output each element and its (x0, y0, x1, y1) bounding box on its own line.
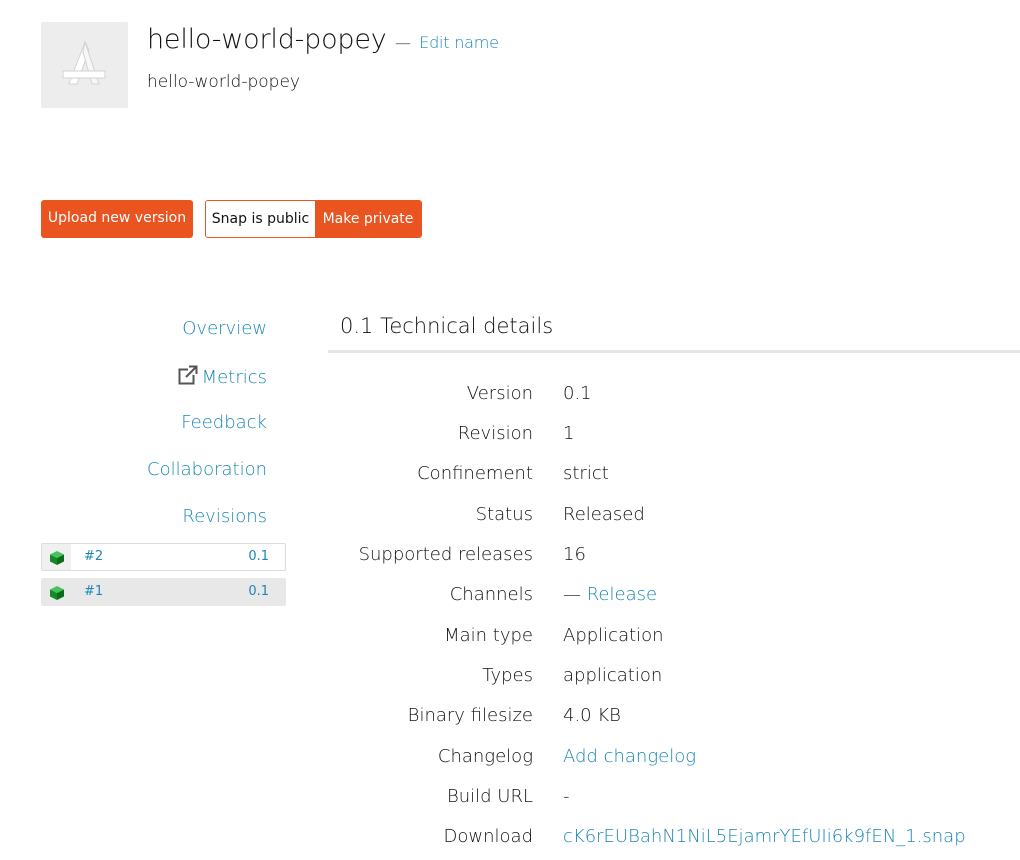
revision-version: 0.1 (248, 584, 269, 599)
confinement-value: strict (563, 463, 609, 484)
build-url-value: - (563, 786, 570, 807)
release-channel-link[interactable]: Release (587, 584, 657, 605)
section-divider (328, 350, 1020, 353)
cube-icon (49, 550, 65, 570)
make-private-button[interactable]: Make private (315, 201, 421, 237)
binary-filesize-value: 4.0 KB (563, 705, 621, 726)
status-label: Status (475, 504, 533, 525)
edit-name-link[interactable]: Edit name (419, 33, 499, 52)
external-link-icon (178, 365, 198, 390)
revision-row-selected[interactable]: #1 0.1 (41, 578, 286, 606)
changelog-label: Changelog (437, 746, 533, 767)
build-url-label: Build URL (446, 786, 533, 807)
version-value: 0.1 (563, 383, 592, 404)
add-changelog-link[interactable]: Add changelog (563, 746, 696, 767)
status-value: Released (563, 504, 645, 525)
snap-title-line: hello-world-popey — Edit name (147, 24, 499, 55)
revision-id: #1 (84, 584, 104, 599)
supported-releases-value: 16 (563, 544, 586, 565)
channels-value: — Release (563, 584, 657, 605)
revision-id: #2 (84, 549, 104, 564)
channels-dash: — (563, 584, 581, 605)
revision-row[interactable]: #2 0.1 (41, 543, 286, 571)
cube-icon (49, 585, 65, 605)
snap-public-status: Snap is public (206, 201, 315, 237)
nav-feedback[interactable]: Feedback (181, 412, 267, 433)
revision-version: 0.1 (248, 549, 269, 564)
version-label: Version (466, 383, 533, 404)
visibility-toggle: Snap is public Make private (205, 200, 422, 238)
main-type-label: Main type (444, 625, 533, 646)
confinement-label: Confinement (417, 463, 533, 484)
revision-label: Revision (457, 423, 533, 444)
types-label: Types (482, 665, 533, 686)
download-link[interactable]: cK6rEUBahN1NiL5EjamrYEfUIi6k9fEN_1.snap (563, 826, 966, 847)
nav-metrics[interactable]: Metrics (178, 365, 267, 390)
main-type-value: Application (563, 625, 664, 646)
upload-new-version-button[interactable]: Upload new version (41, 200, 193, 238)
title-separator: — (394, 33, 411, 52)
app-placeholder-icon (62, 40, 106, 85)
supported-releases-label: Supported releases (358, 544, 533, 565)
snap-title: hello-world-popey (147, 24, 387, 55)
nav-metrics-label: Metrics (201, 367, 267, 388)
types-value: application (563, 665, 663, 686)
channels-label: Channels (449, 584, 533, 605)
snap-icon (41, 22, 128, 108)
snap-subtitle: hello-world-popey (147, 72, 300, 92)
technical-details-heading: 0.1 Technical details (340, 314, 554, 338)
download-label: Download (443, 826, 533, 847)
nav-overview[interactable]: Overview (182, 318, 267, 339)
nav-collaboration[interactable]: Collaboration (147, 459, 267, 480)
nav-revisions[interactable]: Revisions (182, 506, 267, 527)
binary-filesize-label: Binary filesize (407, 705, 533, 726)
revision-value: 1 (563, 423, 575, 444)
